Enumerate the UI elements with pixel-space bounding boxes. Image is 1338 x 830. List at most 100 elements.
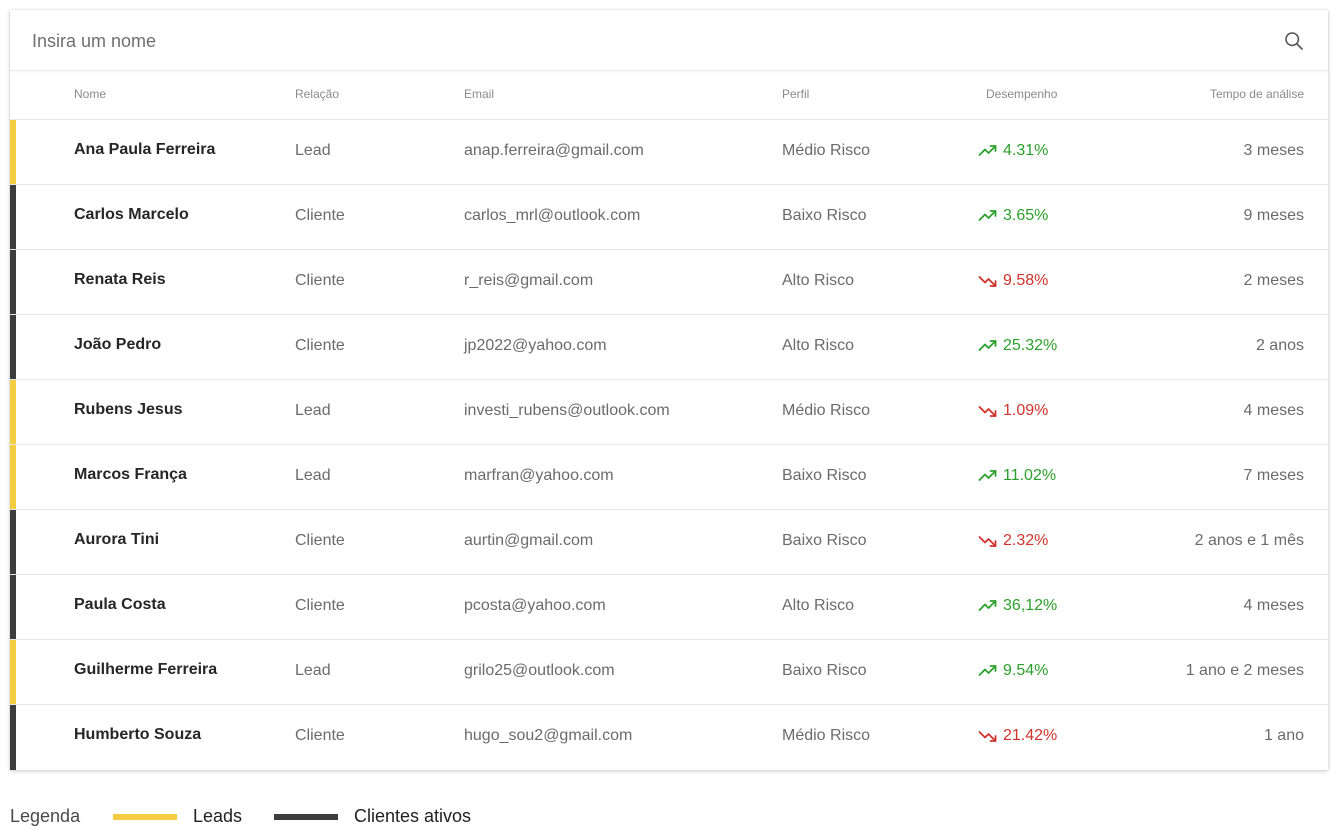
cell-desempenho: 3.65% [978,207,1048,225]
cell-tempo: 4 meses [1243,402,1304,419]
cell-tempo: 9 meses [1243,207,1304,224]
table-row[interactable]: Paula Costa Cliente pcosta@yahoo.com Alto R… [10,575,1328,640]
desempenho-value: 4.31% [1003,142,1049,159]
desempenho-value: 3.65% [1003,207,1049,224]
table-body: Ana Paula Ferreira Lead anap.ferreira@gmai… [10,120,1328,770]
cell-tempo: 4 meses [1243,597,1304,614]
row-type-indicator [10,315,16,379]
cell-perfil: Médio Risco [782,402,871,419]
cell-relacao: Lead [295,467,331,484]
header-tempo[interactable]: Tempo de análise [1210,87,1304,101]
cell-nome: Renata Reis [74,271,166,288]
desempenho-value: 9.54% [1003,662,1049,679]
cell-email: r_reis@gmail.com [464,272,594,289]
trending-down-icon [978,536,997,547]
cell-email: investi_rubens@outlook.com [464,402,670,419]
cell-perfil: Baixo Risco [782,532,867,549]
search-bar [10,10,1328,71]
cell-perfil: Médio Risco [782,142,871,159]
desempenho-value: 25.32% [1003,337,1058,354]
cell-relacao: Cliente [295,337,345,354]
header-desempenho[interactable]: Desempenho [986,87,1057,101]
cell-desempenho: 36,12% [978,597,1057,615]
cell-perfil: Médio Risco [782,727,871,744]
cell-tempo: 7 meses [1243,467,1304,484]
cell-tempo: 2 meses [1243,272,1304,289]
trending-up-icon [978,340,997,351]
cell-tempo: 2 anos [1255,337,1304,354]
cell-perfil: Alto Risco [782,597,855,614]
cell-tempo: 1 ano [1263,727,1304,744]
table-row[interactable]: Ana Paula Ferreira Lead anap.ferreira@gmai… [10,120,1328,185]
desempenho-value: 2.32% [1003,532,1049,549]
cell-nome: Aurora Tini [74,531,160,548]
table-row[interactable]: Aurora Tini Cliente aurtin@gmail.com Baixo … [10,510,1328,575]
table-row[interactable]: Guilherme Ferreira Lead grilo25@outlook.co… [10,640,1328,705]
cell-email: anap.ferreira@gmail.com [464,142,644,159]
cell-tempo: 2 anos e 1 mês [1194,532,1304,549]
table-row[interactable]: Marcos França Lead marfran@yahoo.com Baixo … [10,445,1328,510]
row-type-indicator [10,445,16,509]
cell-relacao: Cliente [295,597,345,614]
row-type-indicator [10,575,16,639]
search-icon[interactable] [1284,31,1304,51]
row-type-indicator [10,640,16,704]
desempenho-value: 36,12% [1003,597,1058,614]
cell-desempenho: 1.09% [978,402,1048,420]
trending-down-icon [978,276,997,287]
legend-leads-label: Leads [193,806,243,826]
trending-up-icon [978,470,997,481]
cell-nome: Paula Costa [74,596,166,613]
row-type-indicator [10,120,16,184]
cell-email: grilo25@outlook.com [464,662,615,679]
legend-clientes-swatch [274,814,338,820]
trending-down-icon [978,406,997,417]
cell-nome: Marcos França [74,466,187,483]
row-type-indicator [10,705,16,770]
cell-nome: João Pedro [74,336,162,353]
header-relacao[interactable]: Relação [295,87,339,101]
legend-clientes-label: Clientes ativos [354,806,472,826]
header-perfil[interactable]: Perfil [782,87,809,101]
row-type-indicator [10,510,16,574]
trending-down-icon [978,731,997,742]
cell-email: carlos_mrl@outlook.com [464,207,641,224]
cell-relacao: Cliente [295,727,345,744]
cell-desempenho: 11.02% [978,467,1056,485]
trending-up-icon [978,145,997,156]
table-row[interactable]: Humberto Souza Cliente hugo_sou2@gmail.com… [10,705,1328,770]
cell-email: pcosta@yahoo.com [464,597,606,614]
row-type-indicator [10,250,16,314]
cell-perfil: Baixo Risco [782,662,867,679]
desempenho-value: 9.58% [1003,272,1049,289]
cell-desempenho: 21.42% [978,727,1057,745]
cell-nome: Ana Paula Ferreira [74,141,216,158]
cell-nome: Humberto Souza [74,726,202,743]
cell-perfil: Alto Risco [782,272,855,289]
clients-table-card: Nome Relação Email Perfil Desempenho Tem… [10,10,1328,770]
cell-relacao: Cliente [295,272,345,289]
table-row[interactable]: Rubens Jesus Lead investi_rubens@outlook.c… [10,380,1328,445]
cell-desempenho: 9.54% [978,662,1048,680]
desempenho-value: 1.09% [1003,402,1049,419]
cell-relacao: Lead [295,662,331,679]
table-row[interactable]: Carlos Marcelo Cliente carlos_mrl@outlook.… [10,185,1328,250]
cell-email: hugo_sou2@gmail.com [464,727,633,744]
cell-tempo: 1 ano e 2 meses [1185,662,1304,679]
table-row[interactable]: João Pedro Cliente jp2022@yahoo.com Alto Ri… [10,315,1328,380]
cell-desempenho: 9.58% [978,272,1048,290]
row-type-indicator [10,380,16,444]
cell-tempo: 3 meses [1243,142,1304,159]
cell-relacao: Cliente [295,207,345,224]
cell-email: marfran@yahoo.com [464,467,614,484]
cell-nome: Rubens Jesus [74,401,183,418]
header-nome[interactable]: Nome [74,87,106,101]
table-row[interactable]: Renata Reis Cliente r_reis@gmail.com Alto R… [10,250,1328,315]
trending-up-icon [978,665,997,676]
table-header: Nome Relação Email Perfil Desempenho Tem… [10,71,1328,120]
cell-relacao: Cliente [295,532,345,549]
legend-leads-swatch [113,814,177,820]
search-input[interactable] [32,24,1252,58]
header-email[interactable]: Email [464,87,494,101]
cell-desempenho: 2.32% [978,532,1048,550]
